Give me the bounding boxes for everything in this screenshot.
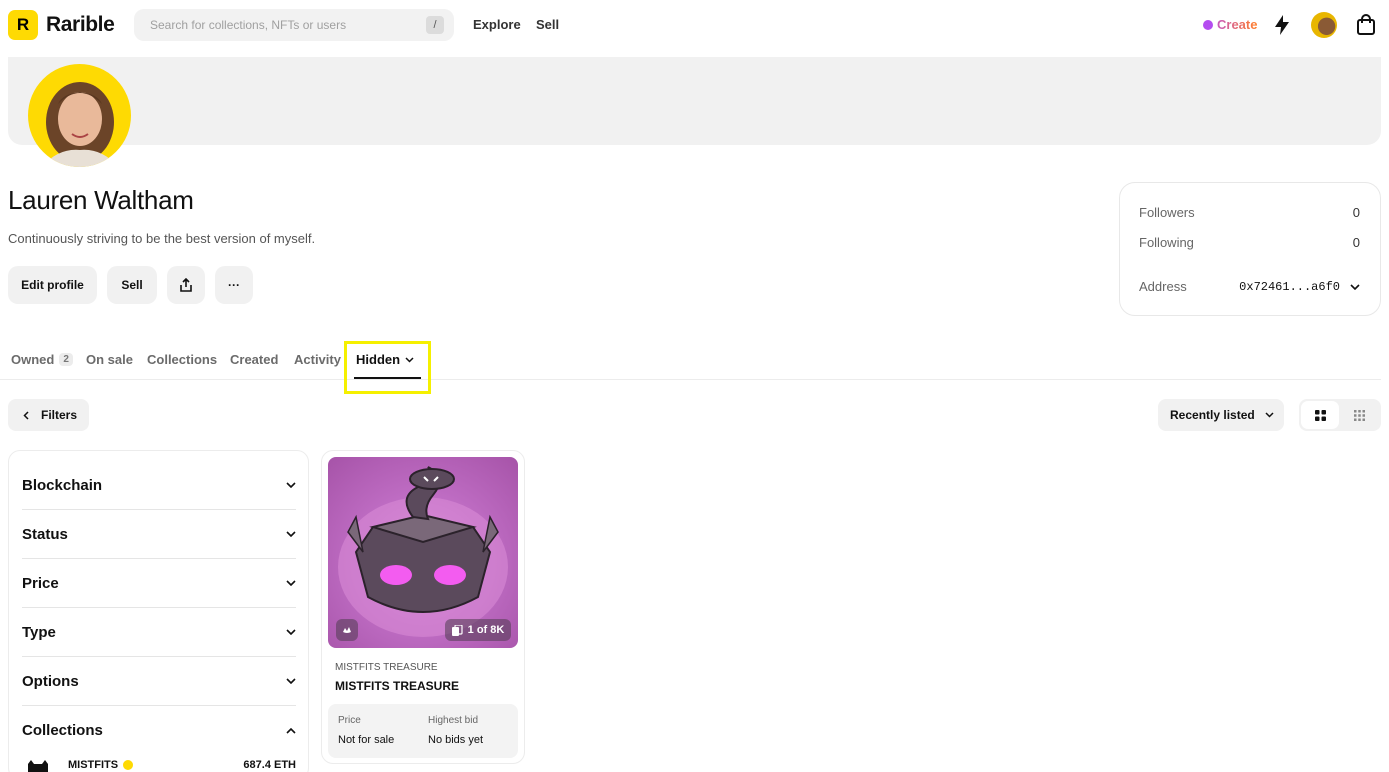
facet-type-label: Type — [22, 623, 56, 641]
activity-bolt-icon[interactable] — [1269, 12, 1295, 38]
rarible-logo[interactable]: R Rarible — [8, 10, 115, 40]
profile-cover — [8, 57, 1381, 145]
top-navbar: R Rarible / Explore Sell Create — [0, 0, 1389, 50]
address-row: Address 0x72461...a6f0 — [1139, 279, 1360, 294]
facet-price-label: Price — [22, 574, 59, 592]
chevron-down-icon — [1265, 412, 1274, 418]
grid-small-icon — [1353, 409, 1365, 421]
share-button[interactable] — [167, 266, 205, 304]
verified-badge-icon — [123, 760, 134, 770]
create-plus-icon — [1203, 19, 1213, 30]
chevron-left-icon — [23, 410, 29, 420]
owned-count-badge: 2 — [59, 353, 73, 366]
card-price-panel: Price Not for sale Highest bid No bids y… — [328, 704, 518, 758]
wallet-address-dropdown[interactable]: 0x72461...a6f0 — [1239, 279, 1360, 294]
following-row[interactable]: Following 0 — [1139, 235, 1360, 250]
mistfits-collection-icon — [28, 760, 48, 772]
profile-tabs: Owned 2 On sale Collections Created Acti… — [0, 340, 1381, 380]
chevron-down-icon — [286, 482, 296, 488]
collection-volume: 687.4 ETH — [243, 759, 296, 771]
price-label: Price — [338, 715, 361, 726]
facet-collections[interactable]: Collections — [22, 706, 296, 755]
highest-bid-label: Highest bid — [428, 715, 479, 726]
tab-created-label: Created — [230, 352, 279, 367]
tab-activity[interactable]: Activity — [294, 352, 341, 367]
nav-explore[interactable]: Explore — [473, 17, 521, 32]
followers-row[interactable]: Followers 0 — [1139, 205, 1360, 220]
wallet-address: 0x72461...a6f0 — [1239, 279, 1340, 294]
chevron-up-icon — [286, 727, 296, 734]
facet-type[interactable]: Type — [22, 608, 296, 657]
collection-name: MISTFITS — [68, 759, 119, 771]
following-label: Following — [1139, 235, 1194, 250]
tab-collections-label: Collections — [147, 352, 218, 367]
grid-large-view-button[interactable] — [1301, 401, 1339, 429]
sell-button[interactable]: Sell — [107, 266, 157, 304]
nft-card[interactable]: 1 of 8K MISTFITS TREASURE MISTFITS TREAS… — [321, 450, 525, 764]
chevron-down-icon — [286, 580, 296, 586]
profile-bio: Continuously striving to be the best ver… — [8, 231, 316, 246]
followers-label: Followers — [1139, 205, 1195, 220]
search-input[interactable] — [134, 9, 394, 41]
address-label: Address — [1139, 279, 1187, 294]
user-avatar[interactable] — [1311, 12, 1337, 38]
facet-blockchain[interactable]: Blockchain — [22, 461, 296, 510]
grid-small-view-button[interactable] — [1340, 401, 1378, 429]
tab-owned[interactable]: Owned 2 — [11, 352, 73, 367]
filters-label: Filters — [41, 408, 78, 422]
highlight-box — [344, 341, 431, 394]
view-toggle — [1299, 399, 1381, 431]
facet-options[interactable]: Options — [22, 657, 296, 706]
facet-options-label: Options — [22, 672, 79, 690]
chevron-down-icon — [1350, 283, 1360, 290]
tab-owned-label: Owned — [11, 352, 55, 367]
filters-sidebar: Blockchain Status Price Type Options Col… — [8, 450, 309, 772]
edit-profile-button[interactable]: Edit profile — [8, 266, 97, 304]
chevron-down-icon — [286, 629, 296, 635]
copies-icon — [451, 624, 463, 636]
grid-large-icon — [1314, 409, 1326, 421]
facet-status[interactable]: Status — [22, 510, 296, 559]
more-options-button[interactable]: ··· — [215, 266, 253, 304]
chevron-down-icon — [286, 678, 296, 684]
facet-collections-label: Collections — [22, 722, 103, 739]
tab-collections[interactable]: Collections — [147, 352, 217, 367]
facet-blockchain-label: Blockchain — [22, 476, 103, 494]
nft-image[interactable]: 1 of 8K — [328, 457, 518, 648]
profile-name: Lauren Waltham — [8, 185, 194, 215]
search-shortcut-key: / — [426, 16, 444, 34]
tab-created[interactable]: Created — [230, 352, 278, 367]
blockchain-icon — [336, 619, 358, 641]
card-title[interactable]: MISTFITS TREASURE — [335, 679, 459, 693]
tab-on-sale[interactable]: On sale — [86, 352, 133, 367]
tab-activity-label: Activity — [294, 352, 341, 367]
edition-badge: 1 of 8K — [445, 619, 511, 641]
search-bar[interactable]: / — [134, 9, 454, 41]
following-count: 0 — [1352, 235, 1360, 250]
nav-sell[interactable]: Sell — [536, 17, 559, 32]
logo-mark: R — [8, 10, 38, 40]
filters-toggle-button[interactable]: Filters — [8, 399, 89, 431]
profile-stats-card: Followers 0 Following 0 Address 0x72461.… — [1119, 182, 1381, 316]
facet-price[interactable]: Price — [22, 559, 296, 608]
edition-count: 1 of 8K — [467, 624, 505, 636]
share-icon — [180, 278, 192, 292]
profile-avatar — [28, 64, 131, 167]
create-label: Create — [1217, 17, 1258, 32]
tab-on-sale-label: On sale — [86, 352, 133, 367]
facet-status-label: Status — [22, 525, 68, 543]
sort-label: Recently listed — [1170, 408, 1255, 422]
create-button[interactable]: Create — [1203, 17, 1257, 32]
highest-bid-value: No bids yet — [428, 734, 484, 746]
price-value: Not for sale — [338, 734, 395, 746]
collection-filter-item[interactable]: MISTFITS 687.4 ETH — [22, 757, 296, 772]
followers-count: 0 — [1352, 205, 1360, 220]
cart-bag-icon[interactable] — [1353, 12, 1379, 38]
card-collection-name[interactable]: MISTFITS TREASURE — [335, 662, 438, 673]
brand-name: Rarible — [46, 13, 115, 36]
chevron-down-icon — [286, 531, 296, 537]
sort-dropdown[interactable]: Recently listed — [1158, 399, 1284, 431]
